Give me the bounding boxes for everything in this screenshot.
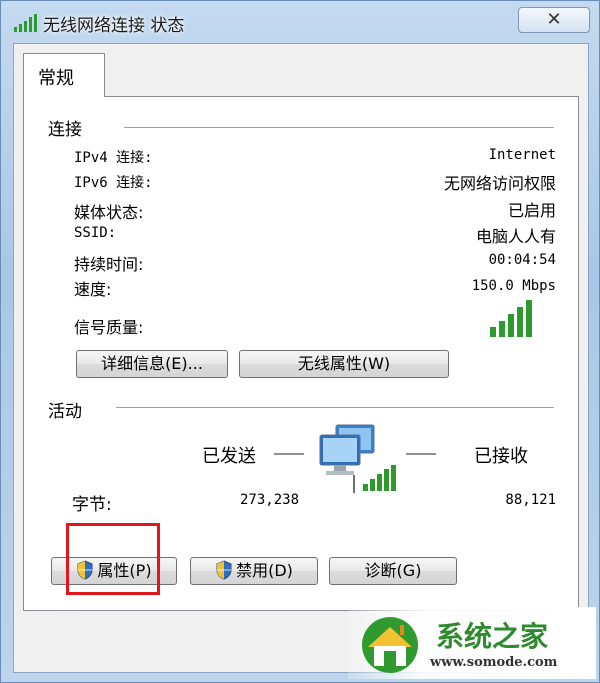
signal-icon <box>14 14 37 32</box>
media-state-label: 媒体状态: <box>74 203 144 222</box>
shield-icon <box>216 560 232 580</box>
bytes-sent-value: 273,238 <box>240 492 300 508</box>
title-bar[interactable]: 无线网络连接 状态 ✕ <box>1 1 600 45</box>
signal-quality-label: 信号质量: <box>74 318 144 337</box>
close-button[interactable]: ✕ <box>518 7 590 33</box>
disable-button-label: 禁用(D) <box>236 561 293 580</box>
speed-value: 150.0 Mbps <box>471 278 556 294</box>
tab-general-label: 常规 <box>38 68 74 89</box>
house-logo-icon <box>362 617 418 673</box>
watermark-url: www.somode.com <box>430 655 558 670</box>
duration-label: 持续时间: <box>74 255 144 274</box>
ssid-label: SSID: <box>74 225 117 241</box>
speed-label: 速度: <box>74 280 112 299</box>
diagnose-button[interactable]: 诊断(G) <box>329 557 457 585</box>
tab-general[interactable]: 常规 <box>23 53 105 97</box>
close-icon: ✕ <box>546 9 562 30</box>
wireless-properties-label: 无线属性(W) <box>297 354 391 373</box>
watermark-text: 系统之家 <box>436 620 549 653</box>
window-title: 无线网络连接 状态 <box>43 16 185 36</box>
bytes-received-value: 88,121 <box>505 492 556 508</box>
signal-bar-5 <box>526 300 532 337</box>
signal-strength-icon <box>490 300 532 337</box>
ipv4-value: Internet <box>488 147 556 163</box>
bytes-label: 字节: <box>72 495 112 515</box>
window-frame: 无线网络连接 状态 ✕ 常规 连接 IPv4 连接: Internet IPv6… <box>0 0 600 683</box>
diagnose-button-label: 诊断(G) <box>364 561 422 580</box>
media-state-value: 已启用 <box>507 201 556 220</box>
disable-button[interactable]: 禁用(D) <box>190 557 318 585</box>
signal-bar-2 <box>499 321 505 337</box>
activity-divider <box>116 407 554 408</box>
details-button[interactable]: 详细信息(E)... <box>76 350 228 378</box>
ipv4-label: IPv4 连接: <box>74 150 153 166</box>
received-label: 已接收 <box>474 446 528 467</box>
ipv6-value: 无网络访问权限 <box>443 174 556 193</box>
wireless-properties-button[interactable]: 无线属性(W) <box>239 350 449 378</box>
details-button-label: 详细信息(E)... <box>101 354 203 373</box>
connection-divider <box>124 127 554 128</box>
signal-bar-3 <box>508 314 514 337</box>
received-connector-line <box>406 453 436 455</box>
sent-label: 已发送 <box>202 446 256 467</box>
ssid-value: 电脑人人有 <box>475 227 556 246</box>
activity-signal-icon <box>363 465 396 491</box>
signal-bar-4 <box>517 307 523 337</box>
highlight-box <box>66 523 160 595</box>
ipv6-label: IPv6 连接: <box>74 175 153 191</box>
duration-value: 00:04:54 <box>488 252 556 268</box>
signal-bar-1 <box>490 327 496 337</box>
activity-group-label: 活动 <box>48 397 88 422</box>
watermark-logo: 系统之家 www.somode.com <box>348 607 596 679</box>
connection-group-label: 连接 <box>48 115 88 140</box>
sent-connector-line <box>274 453 304 455</box>
